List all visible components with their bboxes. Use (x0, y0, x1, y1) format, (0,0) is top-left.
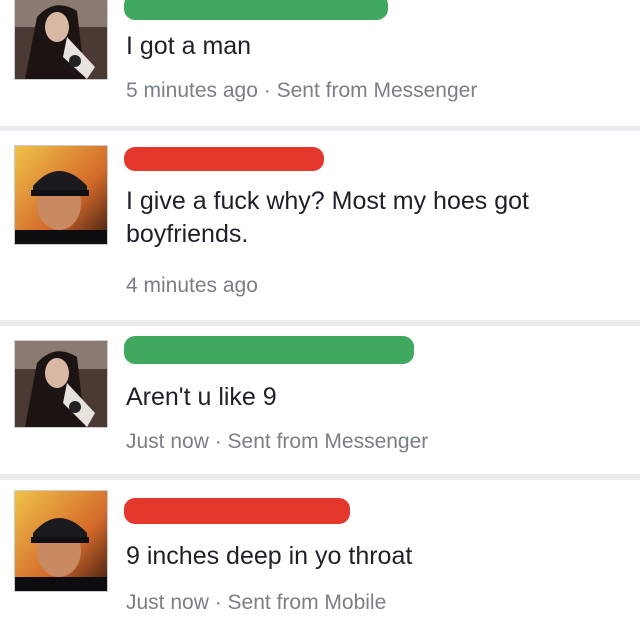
avatar[interactable] (14, 0, 108, 80)
comment-thread: I got a man 5 minutes ago · Sent from Me… (0, 0, 640, 619)
avatar[interactable] (14, 340, 108, 428)
avatar[interactable] (14, 490, 108, 592)
comment-text: I give a fuck why? Most my hoes got boyf… (126, 187, 529, 248)
name-redaction (124, 0, 388, 20)
comment-meta: Just now · Sent from Messenger (126, 430, 429, 453)
comment-meta: 4 minutes ago (126, 274, 258, 297)
boy-cap-avatar-icon (15, 491, 107, 591)
name-redaction (124, 498, 350, 524)
comment-text: I got a man (126, 32, 252, 60)
comment-item: 9 inches deep in yo throat Just now · Se… (0, 480, 640, 619)
name-redaction (124, 147, 324, 171)
comment-item: Aren't u like 9 Just now · Sent from Mes… (0, 326, 640, 474)
comment-meta: Just now · Sent from Mobile (126, 591, 387, 614)
woman-selfie-avatar-icon (15, 0, 107, 79)
comment-item: I give a fuck why? Most my hoes got boyf… (0, 131, 640, 320)
name-redaction (124, 336, 414, 364)
avatar[interactable] (14, 145, 108, 245)
comment-text: 9 inches deep in yo throat (126, 542, 413, 570)
comment-item: I got a man 5 minutes ago · Sent from Me… (0, 0, 640, 126)
boy-cap-avatar-icon (15, 146, 107, 244)
woman-selfie-avatar-icon (15, 341, 107, 427)
comment-meta: 5 minutes ago · Sent from Messenger (126, 79, 478, 102)
comment-text: Aren't u like 9 (126, 383, 277, 411)
